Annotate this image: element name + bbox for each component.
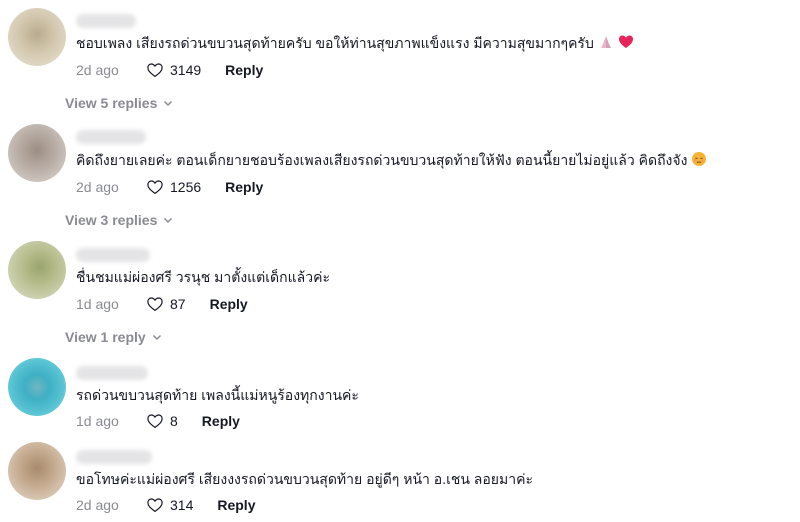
chevron-down-icon [164, 217, 173, 224]
praying-hands-icon [598, 34, 614, 54]
heart-icon [618, 34, 634, 54]
username[interactable] [76, 14, 136, 28]
username[interactable] [76, 130, 146, 144]
avatar[interactable] [8, 358, 66, 416]
comment-date: 2d ago [76, 179, 119, 195]
username[interactable] [76, 248, 150, 262]
reply-button[interactable]: Reply [210, 296, 248, 312]
like-button[interactable]: 87 [146, 295, 186, 313]
avatar[interactable] [8, 241, 66, 299]
pensive-face-icon [691, 151, 707, 171]
view-replies-button[interactable]: View 1 reply [65, 329, 162, 345]
comment-date: 1d ago [76, 296, 119, 312]
heart-outline-icon [147, 180, 163, 195]
comment-text: ชื่นชมแม่ผ่องศรี วรนุช มาตั้งแต่เด็กแล้ว… [76, 269, 330, 285]
heart-outline-icon [147, 414, 163, 429]
comment-date: 1d ago [76, 413, 119, 429]
heart-outline-icon [147, 498, 163, 513]
avatar[interactable] [8, 442, 66, 500]
like-count: 1256 [170, 179, 202, 195]
comment-date: 2d ago [76, 62, 119, 78]
like-button[interactable]: 3149 [146, 61, 201, 79]
comment-date: 2d ago [76, 497, 119, 513]
like-count: 3149 [170, 62, 202, 78]
reply-button[interactable]: Reply [202, 413, 240, 429]
reply-button[interactable]: Reply [225, 62, 263, 78]
comment-text: ชอบเพลง เสียงรถด่วนขบวนสุดท้ายครับ ขอให้… [76, 34, 634, 54]
view-replies-label: View 1 reply [65, 329, 146, 345]
heart-outline-icon [147, 297, 163, 312]
like-count: 8 [170, 413, 178, 429]
avatar[interactable] [8, 124, 66, 182]
comment-text: คิดถึงยายเลยค่ะ ตอนเด็กยายชอบร้องเพลงเสี… [76, 151, 707, 171]
avatar[interactable] [8, 8, 66, 66]
view-replies-label: View 5 replies [65, 95, 158, 111]
comment-text: รถด่วนขบวนสุดท้าย เพลงนี้แม่หนูร้องทุกงา… [76, 387, 359, 403]
like-count: 87 [170, 296, 186, 312]
like-button[interactable]: 8 [146, 412, 178, 430]
view-replies-button[interactable]: View 5 replies [65, 95, 173, 111]
comment-text: ขอโทษค่ะแม่ผ่องศรี เสียงงงรถด่วนขบวนสุดท… [76, 471, 533, 487]
chevron-down-icon [164, 100, 173, 107]
view-replies-button[interactable]: View 3 replies [65, 212, 173, 228]
view-replies-label: View 3 replies [65, 212, 158, 228]
like-button[interactable]: 1256 [146, 178, 201, 196]
username[interactable] [76, 450, 152, 464]
reply-button[interactable]: Reply [225, 179, 263, 195]
username[interactable] [76, 366, 148, 380]
like-count: 314 [170, 497, 194, 513]
reply-button[interactable]: Reply [217, 497, 255, 513]
chevron-down-icon [152, 334, 161, 341]
like-button[interactable]: 314 [146, 496, 193, 514]
heart-outline-icon [147, 63, 163, 78]
